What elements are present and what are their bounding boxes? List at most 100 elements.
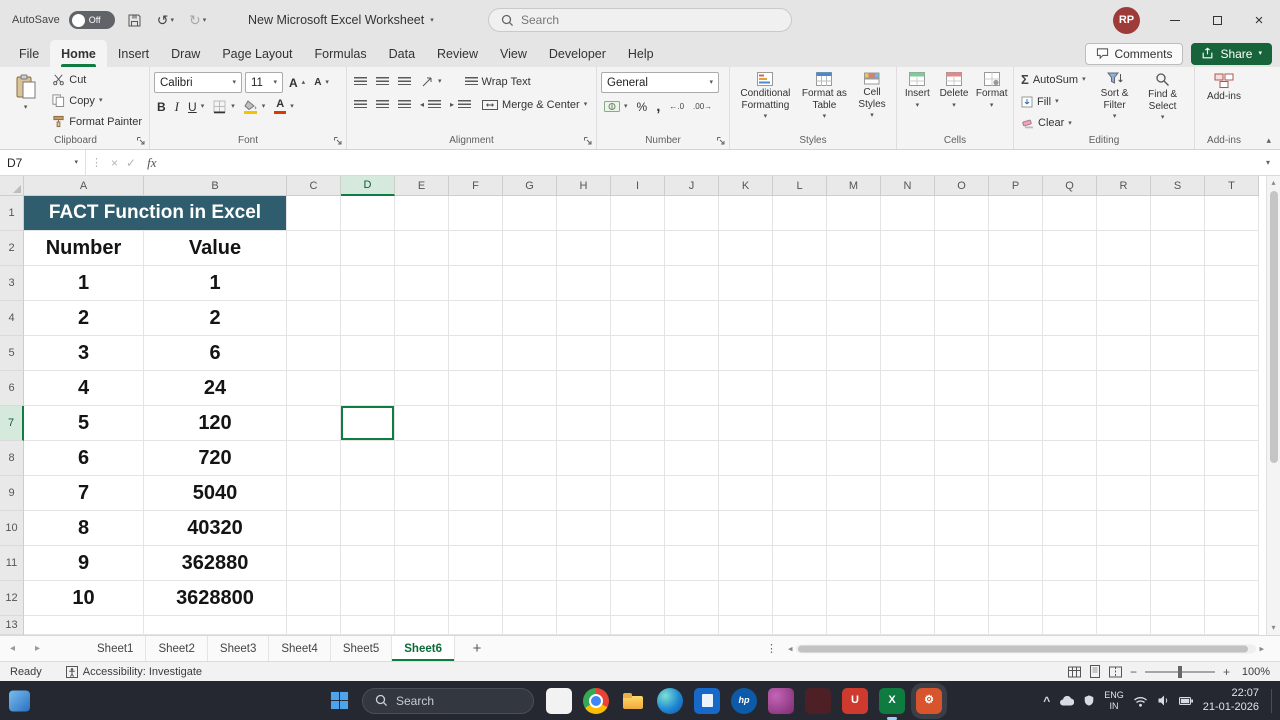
cell-I3[interactable] [611, 266, 665, 301]
cell-M3[interactable] [827, 266, 881, 301]
cell-I7[interactable] [611, 406, 665, 441]
cell-J8[interactable] [665, 441, 719, 476]
cancel-icon[interactable]: × [111, 156, 118, 170]
cell-O6[interactable] [935, 371, 989, 406]
accessibility-status[interactable]: Accessibility: Investigate [65, 665, 202, 678]
vertical-scroll-thumb[interactable] [1269, 191, 1278, 463]
cell-A3[interactable]: 1 [24, 266, 144, 301]
cell-D3[interactable] [341, 266, 395, 301]
cell-L13[interactable] [773, 616, 827, 635]
format-as-table-button[interactable]: Format as Table ▾ [799, 70, 850, 132]
underline-button[interactable]: U ▾ [185, 97, 207, 116]
decrease-decimal-button[interactable]: .00→ [690, 97, 715, 116]
cell-S5[interactable] [1151, 336, 1205, 371]
page-layout-view-button[interactable] [1089, 665, 1101, 678]
taskbar-search[interactable]: Search [362, 687, 534, 714]
sheet-nav-prev[interactable]: ◂ [0, 643, 25, 654]
cell-A13[interactable] [24, 616, 144, 635]
cut-button[interactable]: Cut [49, 70, 145, 89]
document-title[interactable]: New Microsoft Excel Worksheet ▾ [248, 0, 434, 40]
zoom-slider-thumb[interactable] [1177, 665, 1182, 678]
sheet-tab-sheet4[interactable]: Sheet4 [269, 636, 331, 661]
tab-formulas[interactable]: Formulas [304, 40, 378, 67]
cell-E4[interactable] [395, 301, 449, 336]
orientation-button[interactable]: ▾ [417, 72, 445, 91]
cell-O7[interactable] [935, 406, 989, 441]
sheet-more-button[interactable]: ⋮ [766, 642, 777, 655]
cell-C7[interactable] [287, 406, 341, 441]
cell-G8[interactable] [503, 441, 557, 476]
cell-H5[interactable] [557, 336, 611, 371]
cell-E8[interactable] [395, 441, 449, 476]
cell-F2[interactable] [449, 231, 503, 266]
column-header-T[interactable]: T [1205, 176, 1259, 196]
cell-N1[interactable] [881, 196, 935, 231]
start-button[interactable] [324, 686, 354, 716]
name-box[interactable]: D7 ▾ [0, 150, 86, 175]
cell-S9[interactable] [1151, 476, 1205, 511]
page-break-view-button[interactable] [1108, 666, 1122, 678]
percent-style-button[interactable]: % [634, 97, 651, 116]
zoom-out-button[interactable]: − [1130, 665, 1137, 679]
cell-J10[interactable] [665, 511, 719, 546]
cell-I5[interactable] [611, 336, 665, 371]
volume-icon[interactable] [1157, 694, 1170, 707]
cell-P12[interactable] [989, 581, 1043, 616]
cell-G1[interactable] [503, 196, 557, 231]
cell-T8[interactable] [1205, 441, 1259, 476]
cell-P1[interactable] [989, 196, 1043, 231]
cell-T4[interactable] [1205, 301, 1259, 336]
cell-P7[interactable] [989, 406, 1043, 441]
align-left-button[interactable] [351, 95, 370, 114]
cell-M4[interactable] [827, 301, 881, 336]
cell-E3[interactable] [395, 266, 449, 301]
cell-Q5[interactable] [1043, 336, 1097, 371]
column-header-O[interactable]: O [935, 176, 989, 196]
cell-G13[interactable] [503, 616, 557, 635]
cell-K5[interactable] [719, 336, 773, 371]
font-size-combo[interactable]: 11 ▾ [245, 72, 283, 93]
cell-B12[interactable]: 3628800 [144, 581, 287, 616]
collapse-ribbon-button[interactable]: ▴ [1266, 135, 1271, 146]
cell-H1[interactable] [557, 196, 611, 231]
tab-review[interactable]: Review [426, 40, 489, 67]
cell-A7[interactable]: 5 [24, 406, 144, 441]
cell-M5[interactable] [827, 336, 881, 371]
cell-E6[interactable] [395, 371, 449, 406]
cell-P5[interactable] [989, 336, 1043, 371]
cell-Q4[interactable] [1043, 301, 1097, 336]
cell-E12[interactable] [395, 581, 449, 616]
find-select-button[interactable]: Find & Select ▾ [1141, 70, 1185, 132]
cell-Q3[interactable] [1043, 266, 1097, 301]
sheet-nav-next[interactable]: ▸ [25, 643, 50, 654]
horizontal-scrollbar[interactable]: ◂ ▸ [788, 643, 1264, 654]
font-color-button[interactable]: A ▾ [271, 97, 297, 116]
tab-view[interactable]: View [489, 40, 538, 67]
cell-P13[interactable] [989, 616, 1043, 635]
cell-O13[interactable] [935, 616, 989, 635]
cell-C11[interactable] [287, 546, 341, 581]
cell-M11[interactable] [827, 546, 881, 581]
cell-N13[interactable] [881, 616, 935, 635]
formula-input[interactable] [163, 150, 1256, 175]
file-explorer-icon[interactable] [620, 688, 646, 714]
cell-R2[interactable] [1097, 231, 1151, 266]
cell-D13[interactable] [341, 616, 395, 635]
cell-H6[interactable] [557, 371, 611, 406]
cell-A2[interactable]: Number [24, 231, 144, 266]
font-name-combo[interactable]: Calibri ▾ [154, 72, 242, 93]
tab-insert[interactable]: Insert [107, 40, 160, 67]
cell-S13[interactable] [1151, 616, 1205, 635]
cell-S8[interactable] [1151, 441, 1205, 476]
cell-C6[interactable] [287, 371, 341, 406]
cell-T6[interactable] [1205, 371, 1259, 406]
cell-H7[interactable] [557, 406, 611, 441]
insert-function-button[interactable]: fx [147, 155, 156, 171]
autosum-button[interactable]: Σ AutoSum ▾ [1018, 71, 1089, 89]
format-cells-button[interactable]: Format ▾ [974, 70, 1009, 132]
cell-O4[interactable] [935, 301, 989, 336]
zoom-level[interactable]: 100% [1238, 666, 1270, 678]
cell-A12[interactable]: 10 [24, 581, 144, 616]
cell-L6[interactable] [773, 371, 827, 406]
cell-B5[interactable]: 6 [144, 336, 287, 371]
